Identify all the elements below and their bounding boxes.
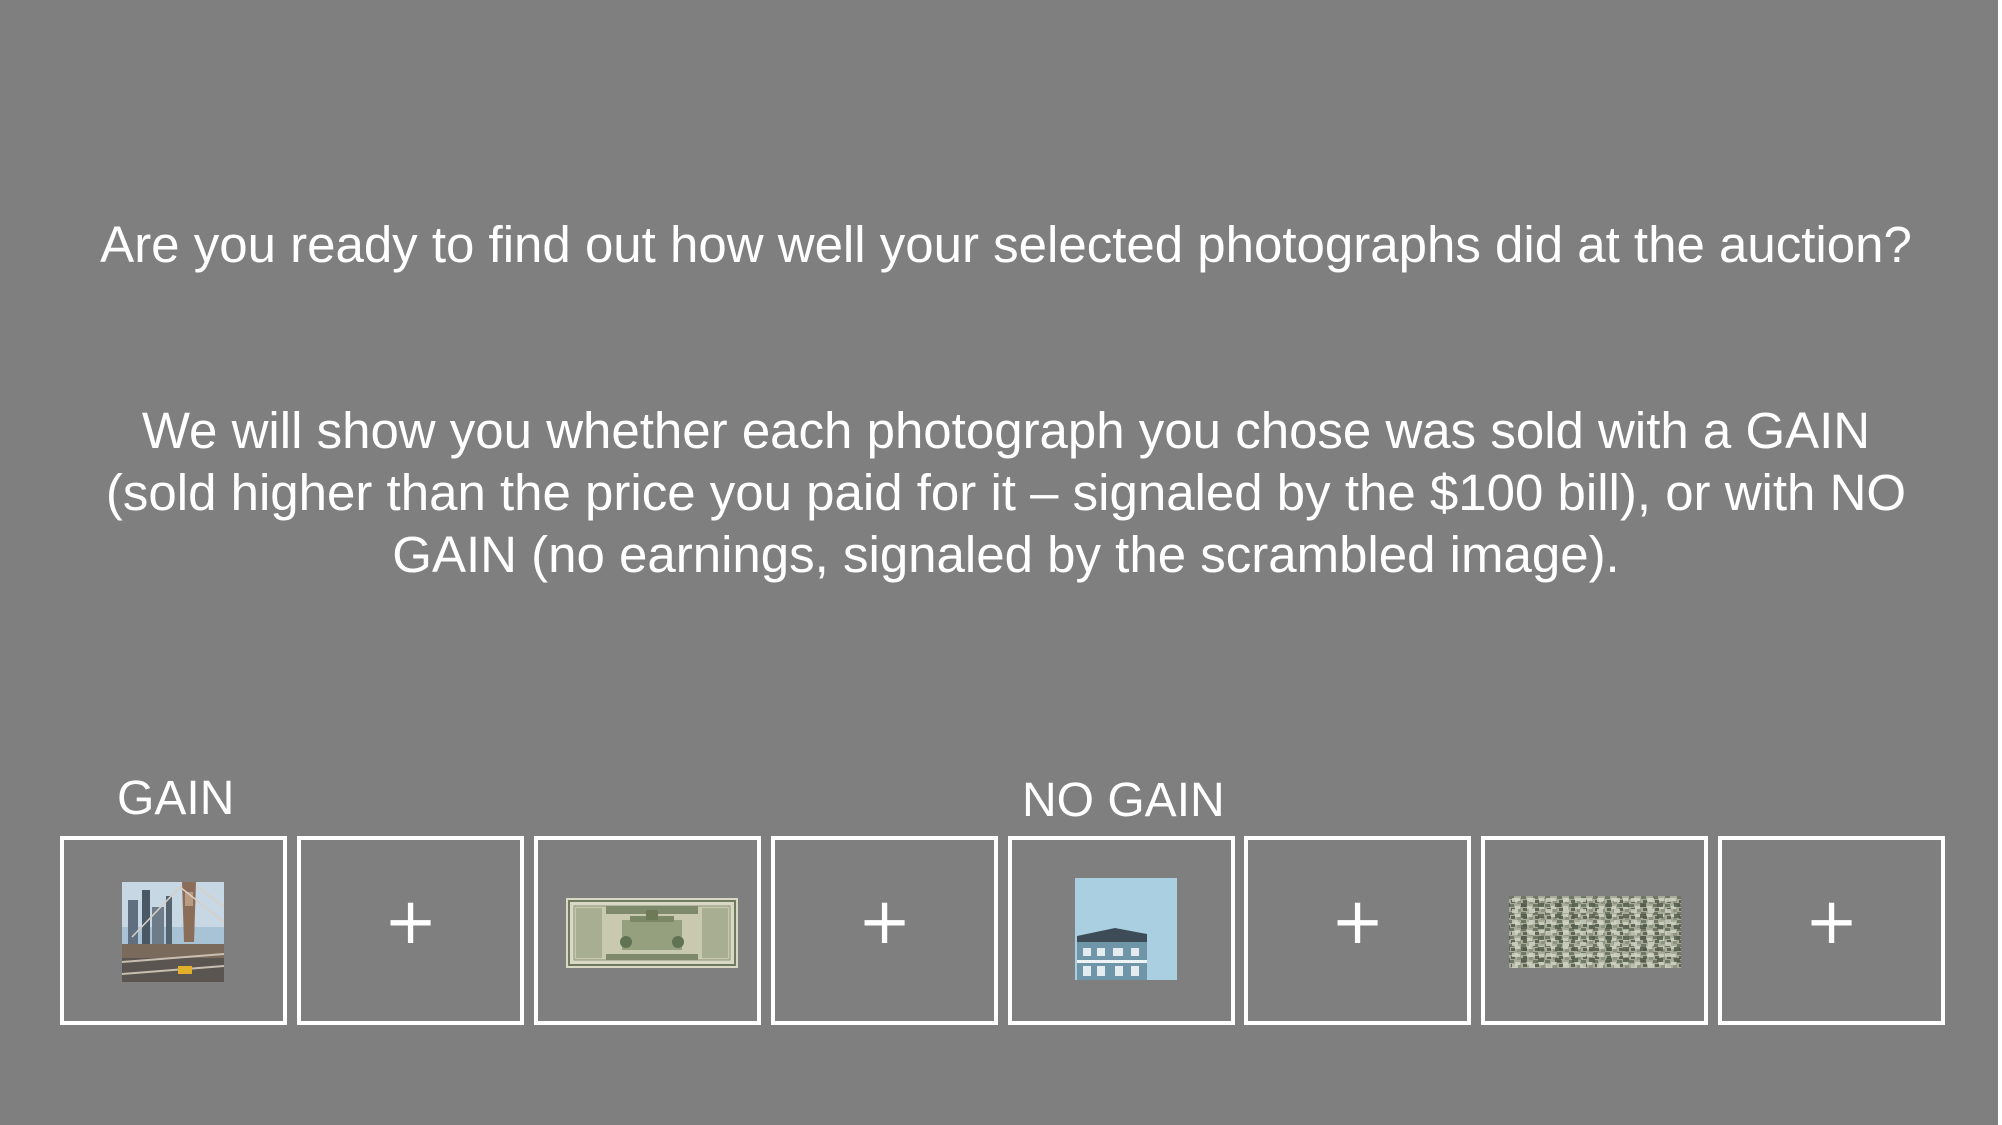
scrambled-image-icon: [1509, 896, 1681, 968]
no-gain-label: NO GAIN: [1022, 774, 1225, 827]
fixation-cross: +: [1804, 885, 1859, 959]
instruction-text: We will show you whether each photograph…: [105, 402, 1907, 583]
question-text: Are you ready to find out how well your …: [100, 216, 1912, 273]
fixation-cross: +: [383, 885, 438, 959]
trial-frame-4: +: [771, 836, 998, 1025]
gain-label: GAIN: [117, 772, 235, 825]
hundred-dollar-bill-icon: [566, 898, 738, 968]
fixation-cross: +: [1330, 885, 1385, 959]
trial-frame-1: [60, 836, 287, 1025]
trial-frame-2: +: [297, 836, 524, 1025]
trial-frame-7: [1481, 836, 1708, 1025]
trial-frame-8: +: [1718, 836, 1945, 1025]
slide-edge: [1998, 0, 2002, 1125]
trial-frame-5: [1008, 836, 1235, 1025]
house-photo-icon: [1075, 878, 1177, 980]
city-bridge-photo-icon: [122, 882, 224, 982]
trial-frame-6: +: [1244, 836, 1471, 1025]
fixation-cross: +: [857, 885, 912, 959]
trial-frame-3: [534, 836, 761, 1025]
